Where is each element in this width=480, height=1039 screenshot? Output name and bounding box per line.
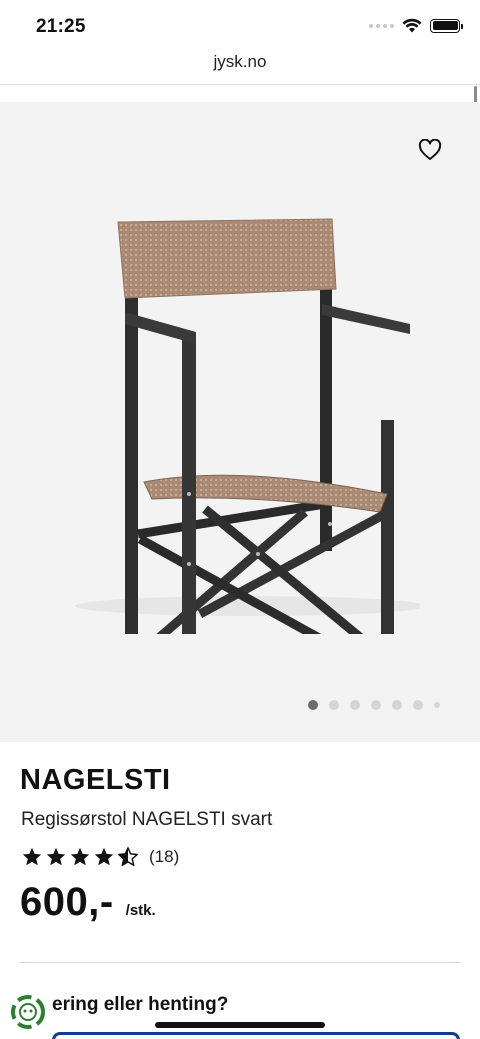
delivery-option-card[interactable] bbox=[52, 1032, 460, 1039]
url-bar[interactable]: jysk.no bbox=[0, 52, 480, 84]
price-row: 600,- /stk. bbox=[20, 880, 156, 925]
battery-icon bbox=[430, 18, 463, 33]
url-divider bbox=[0, 84, 480, 85]
gallery-dot[interactable] bbox=[434, 702, 440, 708]
home-indicator[interactable] bbox=[155, 1022, 325, 1028]
gallery-dot[interactable] bbox=[308, 700, 318, 710]
heart-icon bbox=[418, 139, 442, 160]
gallery-dot[interactable] bbox=[392, 700, 402, 710]
gallery-pagination[interactable] bbox=[308, 700, 440, 710]
price-unit: /stk. bbox=[125, 902, 156, 919]
price: 600,- bbox=[20, 880, 114, 924]
status-time: 21:25 bbox=[36, 16, 86, 37]
chat-assistant-icon[interactable] bbox=[10, 994, 46, 1030]
gallery-dot[interactable] bbox=[413, 700, 423, 710]
url-text: jysk.no bbox=[213, 52, 267, 71]
half-star-icon bbox=[118, 847, 138, 866]
product-image-chair bbox=[75, 218, 420, 634]
review-count[interactable]: (18) bbox=[149, 847, 179, 867]
status-bar: 21:25 bbox=[0, 0, 480, 52]
section-divider bbox=[20, 962, 460, 963]
star-icon bbox=[94, 847, 114, 866]
gallery-dot[interactable] bbox=[371, 700, 381, 710]
product-title: NAGELSTI bbox=[20, 764, 171, 796]
rating[interactable]: (18) bbox=[21, 846, 179, 868]
star-icon bbox=[22, 847, 42, 866]
product-image-gallery[interactable] bbox=[0, 102, 480, 742]
signal-icon bbox=[369, 23, 394, 28]
status-icons bbox=[369, 18, 463, 33]
product-subtitle: Regissørstol NAGELSTI svart bbox=[21, 809, 273, 830]
star-icon bbox=[46, 847, 66, 866]
gallery-dot[interactable] bbox=[350, 700, 360, 710]
gallery-dot[interactable] bbox=[329, 700, 339, 710]
favorite-button[interactable] bbox=[416, 136, 444, 164]
wifi-icon bbox=[402, 18, 422, 33]
delivery-section[interactable]: ering eller henting? bbox=[0, 990, 480, 1039]
delivery-question: ering eller henting? bbox=[52, 994, 229, 1015]
star-icon bbox=[70, 847, 90, 866]
